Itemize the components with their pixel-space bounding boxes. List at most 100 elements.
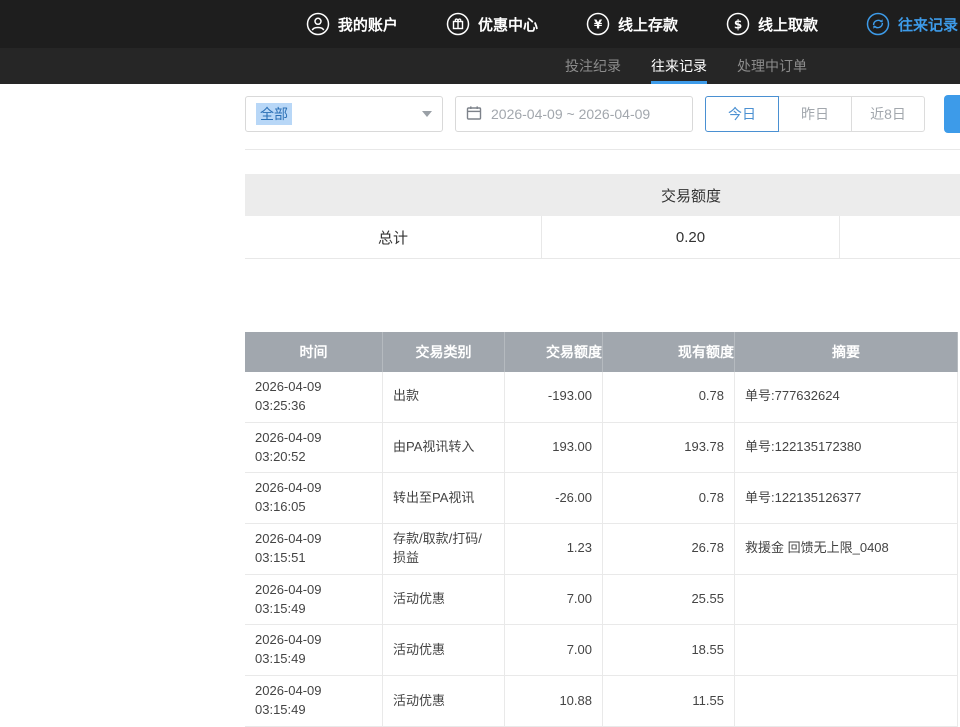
records-icon	[866, 12, 890, 36]
table-row: 2026-04-09 03:15:49 活动优惠 10.88 11.55	[245, 676, 958, 727]
table-row: 2026-04-09 03:15:51 存款/取款/打码/损益 1.23 26.…	[245, 524, 958, 575]
calendar-icon	[466, 105, 482, 124]
header-type: 交易类别	[383, 332, 505, 372]
header-memo: 摘要	[735, 332, 958, 372]
table-row: 2026-04-09 03:16:05 转出至PA视讯 -26.00 0.78 …	[245, 473, 958, 524]
deposit-icon: ¥	[586, 12, 610, 36]
summary-header-spacer	[840, 174, 960, 216]
tab-betting-records[interactable]: 投注纪录	[565, 48, 621, 84]
cell-time: 2026-04-09 03:15:49	[245, 575, 383, 625]
last-8-days-button[interactable]: 近8日	[851, 96, 925, 132]
nav-item-label: 优惠中心	[478, 14, 538, 35]
cell-memo: 单号:122135172380	[735, 423, 958, 473]
header-amount: 交易额度	[505, 332, 603, 372]
cell-memo	[735, 625, 958, 675]
summary-total-row: 总计 0.20	[245, 216, 960, 259]
cell-type: 由PA视讯转入	[383, 423, 505, 473]
nav-item-my-account[interactable]: 我的账户	[306, 12, 398, 36]
cell-memo: 单号:122135126377	[735, 473, 958, 523]
cell-time: 2026-04-09 03:15:49	[245, 676, 383, 726]
cell-amount: 7.00	[505, 625, 603, 675]
summary-total-value: 0.20	[542, 216, 840, 258]
cell-time: 2026-04-09 03:15:51	[245, 524, 383, 574]
today-button[interactable]: 今日	[705, 96, 779, 132]
table-header-row: 时间 交易类别 交易额度 现有额度 摘要	[245, 332, 958, 372]
cell-amount: -26.00	[505, 473, 603, 523]
sub-navbar: 投注纪录 往来记录 处理中订单	[0, 48, 960, 84]
main-content: 全部 2026-04-09 ~ 2026-04-09 今日 昨日	[0, 95, 960, 727]
records-table: 时间 交易类别 交易额度 现有额度 摘要 2026-04-09 03:25:36…	[245, 332, 958, 727]
cell-balance: 0.78	[603, 372, 735, 422]
cell-memo: 救援金 回馈无上限_0408	[735, 524, 958, 574]
table-row: 2026-04-09 03:25:36 出款 -193.00 0.78 单号:7…	[245, 372, 958, 423]
search-button[interactable]	[944, 95, 960, 133]
yesterday-button[interactable]: 昨日	[778, 96, 852, 132]
cell-amount: -193.00	[505, 372, 603, 422]
cell-type: 活动优惠	[383, 676, 505, 726]
section-divider	[245, 149, 960, 150]
summary-header-row: 交易额度	[245, 174, 960, 216]
cell-balance: 0.78	[603, 473, 735, 523]
cell-memo	[735, 575, 958, 625]
date-range-input[interactable]: 2026-04-09 ~ 2026-04-09	[455, 96, 693, 132]
tab-label: 处理中订单	[737, 56, 807, 76]
cell-balance: 18.55	[603, 625, 735, 675]
cell-amount: 193.00	[505, 423, 603, 473]
top-navbar: 我的账户 优惠中心 ¥ 线上存款 $ 线上取款	[0, 0, 960, 48]
nav-item-online-withdraw[interactable]: $ 线上取款	[726, 12, 818, 36]
filter-row: 全部 2026-04-09 ~ 2026-04-09 今日 昨日	[245, 95, 960, 133]
summary-header-spacer	[245, 174, 542, 216]
nav-item-label: 线上存款	[618, 14, 678, 35]
account-icon	[306, 12, 330, 36]
cell-time: 2026-04-09 03:25:36	[245, 372, 383, 422]
cell-amount: 1.23	[505, 524, 603, 574]
date-range-value: 2026-04-09 ~ 2026-04-09	[491, 106, 650, 122]
cell-type: 存款/取款/打码/损益	[383, 524, 505, 574]
cell-type: 活动优惠	[383, 625, 505, 675]
cell-balance: 25.55	[603, 575, 735, 625]
cell-type: 转出至PA视讯	[383, 473, 505, 523]
type-select-value: 全部	[256, 103, 292, 125]
cell-time: 2026-04-09 03:16:05	[245, 473, 383, 523]
cell-time: 2026-04-09 03:15:49	[245, 625, 383, 675]
nav-item-promo-center[interactable]: 优惠中心	[446, 12, 538, 36]
type-select[interactable]: 全部	[245, 96, 443, 132]
withdraw-icon: $	[726, 12, 750, 36]
cell-balance: 26.78	[603, 524, 735, 574]
cell-type: 出款	[383, 372, 505, 422]
tab-transaction-records[interactable]: 往来记录	[651, 48, 707, 84]
quick-btn-label: 昨日	[801, 104, 829, 124]
nav-item-label: 我的账户	[338, 14, 398, 35]
tab-processing-orders[interactable]: 处理中订单	[737, 48, 807, 84]
nav-item-label: 往来记录	[898, 14, 958, 35]
cell-balance: 11.55	[603, 676, 735, 726]
summary-header-amount: 交易额度	[542, 174, 840, 216]
cell-memo: 单号:777632624	[735, 372, 958, 422]
table-row: 2026-04-09 03:15:49 活动优惠 7.00 18.55	[245, 625, 958, 676]
nav-item-transaction-records[interactable]: 往来记录	[866, 12, 958, 36]
table-row: 2026-04-09 03:15:49 活动优惠 7.00 25.55	[245, 575, 958, 626]
svg-text:¥: ¥	[594, 17, 603, 31]
cell-time: 2026-04-09 03:20:52	[245, 423, 383, 473]
summary-total-label: 总计	[245, 216, 542, 258]
cell-balance: 193.78	[603, 423, 735, 473]
tab-label: 往来记录	[651, 56, 707, 76]
header-time: 时间	[245, 332, 383, 372]
quick-range-group: 今日 昨日 近8日	[705, 96, 925, 132]
summary-total-extra	[840, 216, 960, 258]
cell-amount: 7.00	[505, 575, 603, 625]
nav-item-online-deposit[interactable]: ¥ 线上存款	[586, 12, 678, 36]
cell-memo	[735, 676, 958, 726]
summary-table: 交易额度 总计 0.20	[245, 174, 960, 259]
table-row: 2026-04-09 03:20:52 由PA视讯转入 193.00 193.7…	[245, 423, 958, 474]
header-balance: 现有额度	[603, 332, 735, 372]
quick-btn-label: 近8日	[870, 104, 906, 124]
cell-amount: 10.88	[505, 676, 603, 726]
nav-item-label: 线上取款	[758, 14, 818, 35]
promo-icon	[446, 12, 470, 36]
cell-type: 活动优惠	[383, 575, 505, 625]
quick-btn-label: 今日	[728, 104, 756, 124]
chevron-down-icon	[422, 111, 432, 117]
tab-label: 投注纪录	[565, 56, 621, 76]
svg-text:$: $	[734, 17, 742, 31]
